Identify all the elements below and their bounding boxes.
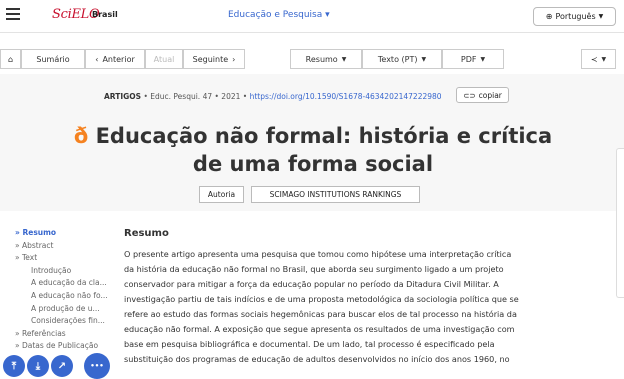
toc-item[interactable]: » Abstract	[15, 240, 108, 253]
next-button[interactable]: Seguinte ›	[183, 49, 245, 69]
pdf-menu-label: PDF	[460, 54, 477, 64]
page-title: ð Educação não formal: história e crític…	[58, 122, 568, 178]
language-dropdown[interactable]: ⊕ Português ▼	[533, 7, 616, 26]
toc-item[interactable]: » Resumo	[15, 227, 108, 240]
chevron-left-icon: ‹	[95, 54, 99, 64]
abstract-line: investigação partiu de tais indícios e d…	[124, 294, 519, 304]
toc-item[interactable]: Introdução	[15, 265, 108, 278]
chevron-right-icon: ›	[232, 54, 236, 64]
previous-label: Anterior	[102, 54, 135, 64]
hamburger-menu-icon[interactable]	[6, 8, 20, 20]
chevron-down-icon: ▼	[421, 55, 427, 63]
abstract-text: O presente artigo apresenta uma pesquisa…	[124, 247, 586, 367]
doi-link[interactable]: https://doi.org/10.1590/S1678-4634202147…	[250, 92, 442, 101]
toc-item[interactable]: A educação não fo...	[15, 290, 108, 303]
toc-item[interactable]: » Text	[15, 252, 108, 265]
pdf-menu[interactable]: PDF ▼	[442, 49, 504, 69]
download-icon: ⤓	[35, 360, 41, 372]
home-icon: ⌂	[7, 54, 14, 64]
chevron-down-icon: ▼	[598, 13, 604, 20]
abstract-line: educação não formal. A exposição que seg…	[124, 324, 515, 334]
summary-button[interactable]: Sumário	[21, 49, 85, 69]
toc-item[interactable]: » Referências	[15, 328, 108, 341]
article-meta-text: • Educ. Pesqui. 47 • 2021 •	[141, 92, 250, 101]
toc-item[interactable]: Considerações fin...	[15, 315, 108, 328]
previous-button[interactable]: ‹ Anterior	[85, 49, 145, 69]
open-access-icon: ð	[73, 124, 89, 148]
scielo-logo[interactable]: SciELO Brasil	[52, 3, 118, 29]
more-icon: •••	[90, 362, 104, 370]
table-of-contents: » Resumo» Abstract» Text Introdução A educ…	[15, 227, 108, 353]
text-menu[interactable]: Texto (PT) ▼	[362, 49, 442, 69]
authorship-button[interactable]: Autoria	[199, 186, 244, 203]
top-bar: SciELO Brasil Educação e Pesquisa ▾ ⊕ Po…	[0, 0, 624, 33]
current-label: Atual	[153, 54, 175, 64]
scimago-button[interactable]: SCIMAGO INSTITUTIONS RANKINGS	[251, 186, 420, 203]
article-title: Educação não formal: história e crítica …	[95, 124, 553, 176]
side-panel-tab[interactable]	[616, 148, 624, 298]
home-button[interactable]: ⌂	[0, 49, 21, 69]
abstract-line: da história da educação não formal no Br…	[124, 264, 504, 274]
copy-doi-button[interactable]: ⊂⊃ copiar	[456, 87, 509, 103]
authorship-label: Autoria	[207, 190, 236, 199]
toc-item[interactable]: » Datas de Publicação	[15, 340, 108, 353]
summary-label: Sumário	[36, 54, 70, 64]
download-button[interactable]: ⤓	[27, 355, 49, 377]
copy-label: copiar	[478, 90, 502, 100]
chevron-down-icon: ▼	[601, 55, 607, 63]
arrow-up-icon: ⤒	[11, 360, 17, 372]
language-label: Português	[555, 12, 596, 21]
current-button: Atual	[145, 49, 183, 69]
more-options-button[interactable]: •••	[84, 353, 110, 379]
toc-item[interactable]: A educação da cla...	[15, 277, 108, 290]
chart-icon: ↗	[57, 360, 67, 372]
collection-dropdown[interactable]: Educação e Pesquisa ▾	[228, 10, 330, 20]
globe-icon: ⊕	[545, 12, 553, 21]
chevron-down-icon: ▼	[341, 55, 347, 63]
next-label: Seguinte	[192, 54, 229, 64]
toc-item[interactable]: A produção de u...	[15, 303, 108, 316]
article-type: ARTIGOS	[104, 92, 142, 101]
share-icon: ≺	[590, 54, 598, 64]
text-menu-label: Texto (PT)	[377, 54, 418, 64]
abstract-line: conservador para mitigar a força da educ…	[124, 279, 499, 289]
article-meta: ARTIGOS • Educ. Pesqui. 47 • 2021 • http…	[104, 92, 442, 101]
link-icon: ⊂⊃	[463, 90, 476, 100]
article-toolbar: ⌂ Sumário ‹ Anterior Atual Seguinte › Resu…	[0, 45, 624, 74]
abstract-line: refere ao estudo das formas sociais hege…	[124, 309, 517, 319]
abstract-line: base em pesquisa bibliográfica e documen…	[124, 339, 495, 349]
chevron-down-icon: ▼	[480, 55, 486, 63]
abstract-menu-label: Resumo	[305, 54, 338, 64]
logo-country: Brasil	[92, 10, 118, 19]
section-title: Resumo	[124, 228, 169, 239]
share-menu[interactable]: ≺ ▼	[581, 49, 616, 69]
back-to-top-button[interactable]: ⤒	[3, 355, 25, 377]
metrics-button[interactable]: ↗	[51, 355, 73, 377]
abstract-line: substituição dos programas de educação d…	[124, 354, 510, 364]
scimago-label: SCIMAGO INSTITUTIONS RANKINGS	[269, 190, 402, 199]
abstract-line: O presente artigo apresenta uma pesquisa…	[124, 249, 512, 259]
abstract-menu[interactable]: Resumo ▼	[290, 49, 362, 69]
